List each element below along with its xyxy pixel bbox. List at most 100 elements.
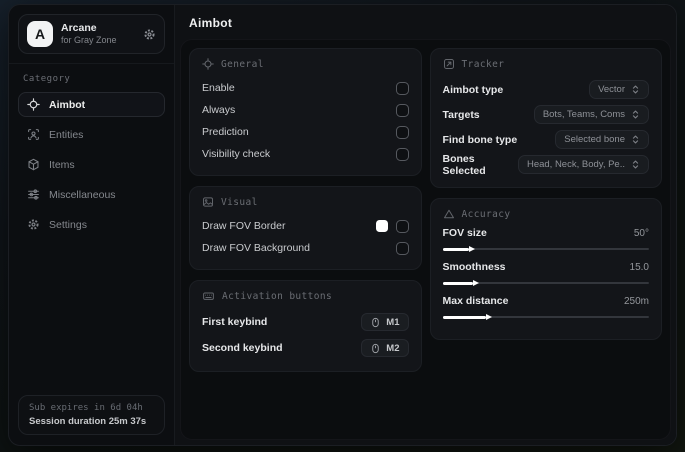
targets-select[interactable]: Bots, Teams, Coms (533, 105, 649, 124)
draw-fov-border-checkbox[interactable] (395, 219, 409, 233)
targets-value: Bots, Teams, Coms (542, 109, 625, 120)
fov-size-slider[interactable] (442, 247, 649, 251)
visual-card-header: Visual (202, 196, 409, 208)
mouse-icon (370, 317, 381, 328)
setting-row: Enable (202, 77, 409, 99)
unfold-icon (631, 134, 640, 145)
accuracy-card-header: Accuracy (443, 208, 650, 220)
aimbot-type-select[interactable]: Vector (589, 80, 649, 99)
crosshair-icon (202, 58, 214, 70)
sidebar-item-label: Settings (49, 218, 87, 231)
first-keybind-value: M1 (386, 316, 400, 328)
sidebar-item-entities[interactable]: Entities (18, 122, 165, 147)
enable-label: Enable (202, 82, 235, 94)
bones-selected-label: Bones Selected (442, 152, 486, 177)
max-distance-label: Max distance (442, 295, 509, 307)
max-distance-slider[interactable] (442, 315, 649, 319)
always-label: Always (202, 104, 236, 116)
draw-fov-background-label: Draw FOV Background (202, 242, 310, 254)
second-keybind-button[interactable]: M2 (361, 339, 409, 357)
first-keybind-label: First keybind (202, 316, 268, 328)
sidebar-item-miscellaneous[interactable]: Miscellaneous (18, 182, 165, 207)
visual-card: Visual Draw FOV Border Draw FOV Backgrou… (189, 186, 422, 270)
prediction-label: Prediction (202, 126, 249, 138)
fov-border-color-swatch[interactable] (375, 220, 388, 232)
brand-logo: A (27, 21, 53, 47)
smoothness-slider-fill (442, 281, 474, 285)
sidebar-item-items[interactable]: Items (18, 152, 165, 177)
bones-selected-select[interactable]: Head, Neck, Body, Pe.. (517, 155, 649, 174)
fov-size-row: FOV size 50° (442, 227, 649, 251)
right-column: Tracker Aimbot type Vector Targets Bots,… (429, 48, 662, 340)
accuracy-card-title: Accuracy (461, 208, 511, 220)
enable-checkbox[interactable] (395, 81, 409, 95)
unfold-icon (631, 109, 640, 120)
sidebar-item-label: Entities (49, 128, 84, 141)
setting-row: Find bone type Selected bone (442, 127, 649, 152)
gear-icon[interactable] (143, 28, 156, 41)
gear-icon (27, 218, 40, 231)
fov-border-controls (375, 219, 409, 233)
find-bone-type-label: Find bone type (442, 133, 518, 146)
sidebar-item-aimbot[interactable]: Aimbot (18, 92, 165, 117)
brand-subtitle: for Gray Zone (61, 34, 117, 45)
crosshair-icon (27, 98, 40, 111)
prediction-checkbox[interactable] (395, 125, 409, 139)
fov-size-value: 50° (633, 227, 649, 239)
aimbot-type-value: Vector (598, 84, 625, 95)
visibility-check-checkbox[interactable] (395, 147, 409, 161)
triangle-icon (443, 208, 455, 220)
setting-row: Visibility check (202, 143, 409, 165)
brand-meta: Arcane for Gray Zone (61, 22, 135, 46)
brand-header: A Arcane for Gray Zone (18, 14, 165, 54)
visibility-check-label: Visibility check (202, 148, 271, 160)
person-scan-icon (27, 128, 40, 141)
always-checkbox[interactable] (395, 103, 409, 117)
activation-card-title: Activation buttons (222, 290, 333, 302)
unfold-icon (631, 159, 640, 170)
setting-row: Draw FOV Border (202, 215, 409, 237)
page-title: Aimbot (189, 16, 233, 30)
session-duration-text: Session duration 25m 37s (29, 416, 147, 427)
sidebar-nav: Aimbot Entities Items Miscellaneous Sett… (18, 92, 165, 237)
content-panel: General Enable Always Prediction Visibil… (180, 39, 671, 440)
sidebar-item-label: Items (49, 158, 75, 171)
package-icon (27, 158, 40, 171)
setting-row: Always (202, 99, 409, 121)
max-distance-row: Max distance 250m (442, 295, 649, 319)
sub-expiry-text: Sub expires in 6d 04h (29, 403, 143, 413)
image-icon (202, 196, 214, 208)
sidebar-item-label: Aimbot (49, 98, 86, 111)
fov-size-slider-fill (442, 247, 470, 251)
second-keybind-label: Second keybind (202, 342, 283, 354)
mouse-icon (370, 343, 381, 354)
accuracy-card: Accuracy FOV size 50° Smoothness 15.0 Ma… (429, 198, 662, 340)
activation-card-header: Activation buttons (202, 290, 409, 302)
left-column: General Enable Always Prediction Visibil… (189, 48, 422, 372)
sidebar-divider (9, 63, 174, 64)
targets-label: Targets (442, 108, 480, 121)
draw-fov-background-checkbox[interactable] (395, 241, 409, 255)
general-card: General Enable Always Prediction Visibil… (189, 48, 422, 176)
visual-card-title: Visual (221, 196, 258, 208)
max-distance-value: 250m (623, 295, 649, 307)
activation-card: Activation buttons First keybind M1 Seco… (189, 280, 422, 372)
sidebar-item-label: Miscellaneous (49, 188, 116, 201)
aimbot-type-label: Aimbot type (442, 83, 504, 96)
unfold-icon (631, 84, 640, 95)
arcane-window: A Arcane for Gray Zone Category Aimbot E… (8, 4, 677, 446)
target-box-icon (443, 58, 455, 70)
tracker-card: Tracker Aimbot type Vector Targets Bots,… (429, 48, 662, 188)
brand-name: Arcane (61, 21, 97, 34)
setting-row: Bones Selected Head, Neck, Body, Pe.. (442, 152, 649, 177)
setting-row: Prediction (202, 121, 409, 143)
main-header: Aimbot (175, 5, 676, 39)
setting-row: Draw FOV Background (202, 237, 409, 259)
sidebar-item-settings[interactable]: Settings (18, 212, 165, 237)
draw-fov-border-label: Draw FOV Border (202, 220, 286, 232)
general-card-header: General (202, 58, 409, 70)
first-keybind-button[interactable]: M1 (361, 313, 409, 331)
tracker-card-header: Tracker (443, 58, 650, 70)
smoothness-slider[interactable] (442, 281, 649, 285)
find-bone-type-select[interactable]: Selected bone (555, 130, 649, 149)
